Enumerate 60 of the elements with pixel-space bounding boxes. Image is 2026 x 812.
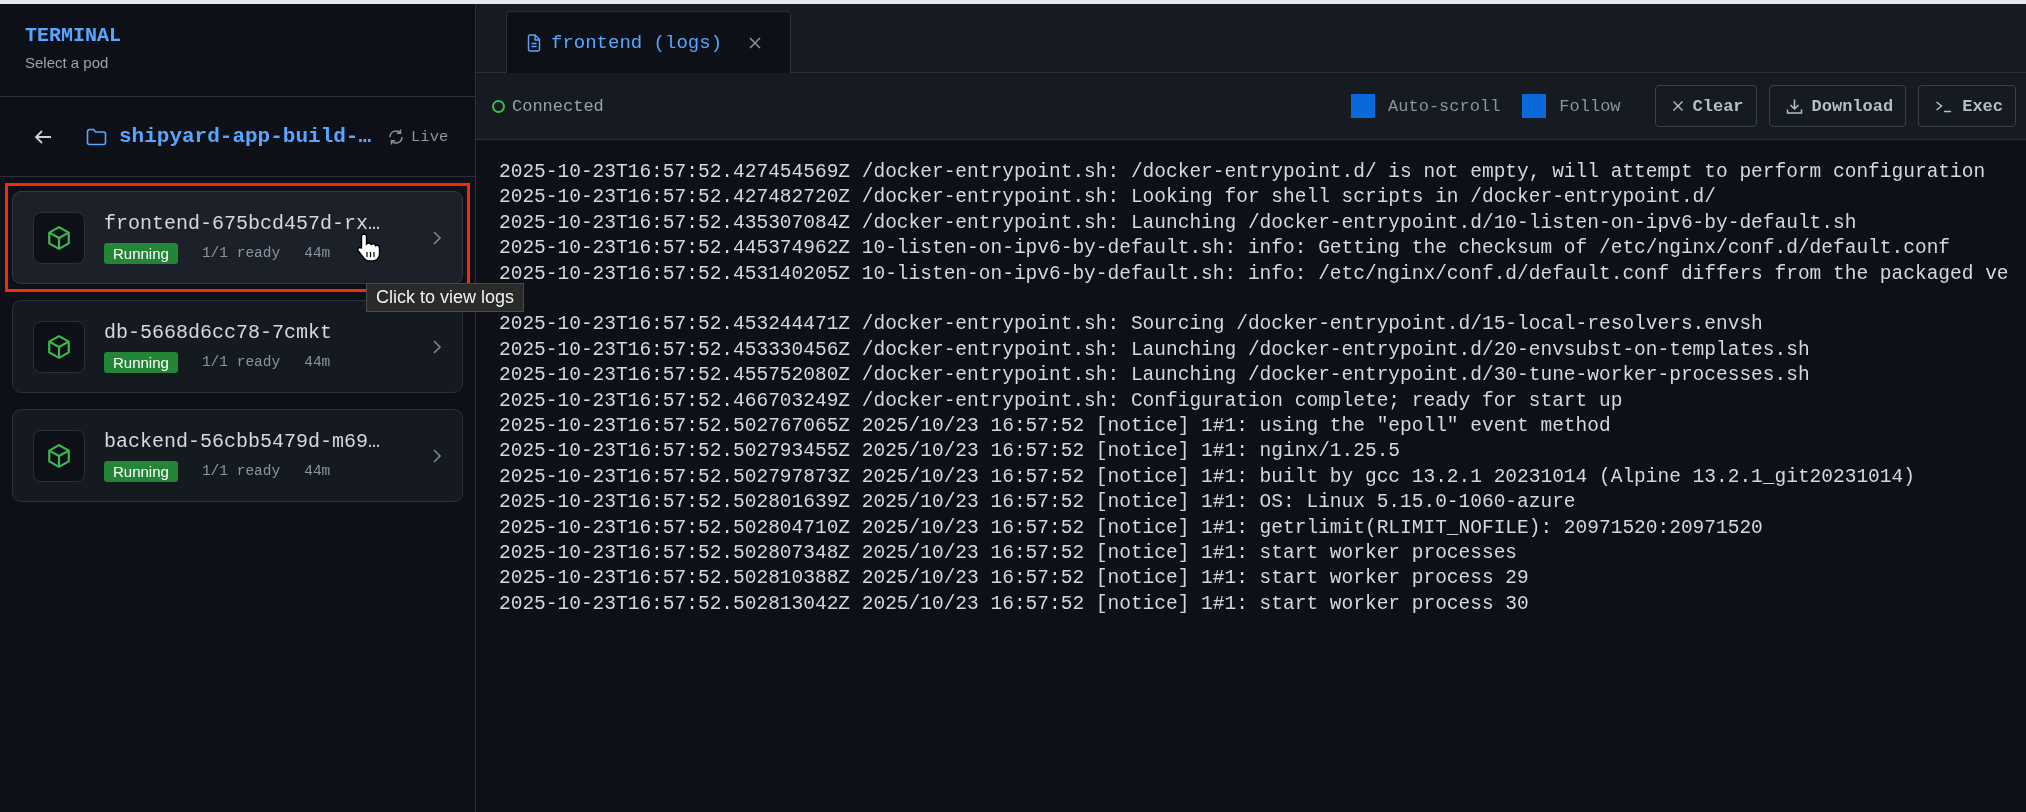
pod-age: 44m	[304, 245, 331, 261]
log-line: 2025-10-23T16:57:52.502793455Z 2025/10/23 16:57:52 [notice] 1#1: nginx/1.25.5	[499, 439, 1402, 465]
exec-button[interactable]: Exec	[1918, 85, 2016, 127]
checkbox[interactable]	[1351, 94, 1376, 118]
log-line: 2025-10-23T16:57:52.455752080Z /docker-entrypoint.sh: Launching /docker-entrypoint.d/30-tune-worker-processes.sh	[499, 363, 1811, 389]
refresh-icon	[387, 127, 406, 146]
download-icon	[1785, 97, 1803, 115]
document-icon	[527, 33, 541, 52]
pod-name: frontend-675bcd457d-rx…	[104, 211, 382, 235]
log-line: 2025-10-23T16:57:52.502767065Z 2025/10/23 16:57:52 [notice] 1#1: using the "epoll" event method	[499, 414, 1612, 440]
ready-count: 1/1 ready	[201, 245, 281, 261]
log-line: 2025-10-23T16:57:52.502813042Z 2025/10/23 16:57:52 [notice] 1#1: start worker process 30	[499, 591, 1530, 617]
ready-count: 1/1 ready	[201, 354, 281, 370]
chevron-right-icon	[432, 229, 442, 246]
checkbox[interactable]	[1522, 94, 1547, 118]
log-line: 2025-10-23T16:57:52.453330456Z /docker-entrypoint.sh: Launching /docker-entrypoint.d/20-envsubst-on-templates.sh	[499, 337, 1811, 363]
log-line: 2025-10-23T16:57:52.435307084Z /docker-entrypoint.sh: Launching /docker-entrypoint.d/10-listen-on-ipv6-by-default.sh	[499, 210, 1858, 236]
back-arrow-icon[interactable]	[34, 128, 52, 145]
log-line: 2025-10-23T16:57:52.502797873Z 2025/10/23 16:57:52 [notice] 1#1: built by gcc 13.2.1 20231014 (Alpine 13.2.1_git20231014)	[499, 464, 1916, 490]
log-line: 2025-10-23T16:57:52.445374962Z 10-listen-on-ipv6-by-default.sh: info: Getting the checksum of /etc/nginx/conf.d/default.conf	[499, 236, 1952, 262]
cube-icon	[33, 211, 85, 264]
log-line: 2025-10-23T16:57:52.427454569Z /docker-entrypoint.sh: /docker-entrypoint.d/ is not empty, will attempt to perform configuration	[499, 160, 1987, 185]
log-line: 2025-10-23T16:57:52.502807348Z 2025/10/23 16:57:52 [notice] 1#1: start worker processes	[499, 541, 1519, 567]
namespace-name[interactable]: shipyard-app-build-…	[119, 125, 372, 148]
download-button[interactable]: Download	[1768, 85, 1907, 127]
status-badge: Running	[104, 351, 178, 373]
close-icon[interactable]	[748, 35, 763, 50]
chevron-right-icon	[432, 447, 442, 464]
ready-count: 1/1 ready	[201, 463, 281, 479]
pod-age: 44m	[304, 463, 331, 479]
cube-icon	[33, 429, 85, 482]
chevron-right-icon	[432, 338, 442, 355]
panel-subtitle: Select a pod	[25, 54, 110, 71]
log-line: 2025-10-23T16:57:52.502810388Z 2025/10/23 16:57:52 [notice] 1#1: start worker process 29	[499, 566, 1530, 592]
pod-name: backend-56cbb5479d-m69…	[104, 429, 382, 453]
pod-age: 44m	[304, 354, 331, 370]
pod-card[interactable]: backend-56cbb5479d-m69… Running 1/1 ready 44m	[12, 409, 463, 502]
folder-icon	[86, 127, 107, 146]
tab-label: frontend (logs)	[551, 31, 723, 54]
log-line: 2025-10-23T16:57:52.502801639Z 2025/10/23 16:57:52 [notice] 1#1: OS: Linux 5.15.0-1060-azure	[499, 490, 1577, 516]
connection-status: Connected	[512, 96, 604, 116]
live-button[interactable]: Live	[387, 127, 449, 146]
clear-button[interactable]: Clear	[1654, 85, 1757, 127]
tooltip: Click to view logs	[366, 283, 525, 312]
log-line: 2025-10-23T16:57:52.453244471Z /docker-entrypoint.sh: Sourcing /docker-entrypoint.d/15-local-resolvers.envsh	[499, 312, 1764, 338]
terminal-prompt-icon	[1935, 99, 1954, 113]
log-line: 2025-10-23T16:57:52.427482720Z /docker-entrypoint.sh: Looking for shell scripts in /docker-entrypoint.d/	[499, 185, 1717, 211]
log-line: 2025-10-23T16:57:52.502804710Z 2025/10/23 16:57:52 [notice] 1#1: getrlimit(RLIMIT_NOFILE): 20971520:20971520	[499, 515, 1764, 541]
pod-name: db-5668d6cc78-7cmkt	[104, 320, 334, 344]
close-icon	[1671, 100, 1684, 112]
checkbox-label: Follow	[1559, 96, 1621, 116]
status-badge: Running	[104, 242, 178, 264]
status-badge: Running	[104, 460, 178, 482]
log-line: 2025-10-23T16:57:52.466703249Z /docker-entrypoint.sh: Configuration complete; ready for start up	[499, 388, 1624, 414]
pod-card[interactable]: frontend-675bcd457d-rx… Running 1/1 ready 44m	[12, 191, 463, 284]
tab[interactable]: frontend (logs)	[506, 11, 792, 73]
hand-cursor-icon	[356, 232, 382, 262]
cube-icon	[33, 320, 85, 373]
checkbox-label: Auto-scroll	[1388, 96, 1501, 116]
panel-title: TERMINAL	[25, 24, 122, 47]
